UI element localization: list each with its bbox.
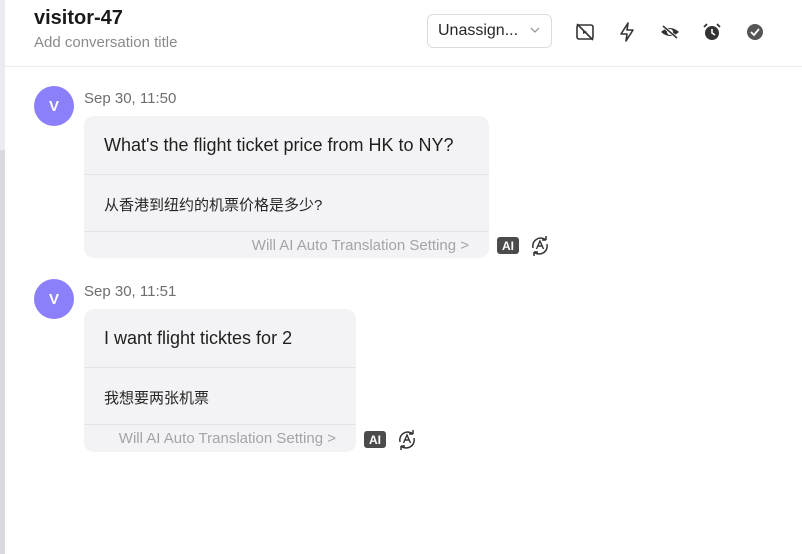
divider xyxy=(84,174,489,175)
message-translation: 我想要两张机票 xyxy=(104,390,210,407)
check-circle-icon[interactable] xyxy=(742,19,768,45)
assign-value: Unassign... xyxy=(438,22,519,39)
divider xyxy=(84,367,356,368)
ai-badge[interactable]: AI xyxy=(497,237,519,254)
lightning-icon[interactable] xyxy=(614,19,640,45)
chevron-down-icon xyxy=(530,27,540,33)
left-panel-scroll-edge xyxy=(0,150,5,554)
conversation-title: visitor-47 xyxy=(34,7,123,29)
translate-icon[interactable] xyxy=(395,428,419,452)
divider xyxy=(84,424,356,425)
divider xyxy=(84,231,489,232)
eye-off-icon[interactable] xyxy=(657,19,683,45)
message-translation: 从香港到纽约的机票价格是多少? xyxy=(104,197,323,214)
avatar[interactable]: V xyxy=(34,279,74,319)
avatar[interactable]: V xyxy=(34,86,74,126)
message-timestamp: Sep 30, 11:50 xyxy=(84,90,177,107)
assign-dropdown[interactable]: Unassign... xyxy=(427,14,552,48)
translation-setting-link[interactable]: Will AI Auto Translation Setting > xyxy=(252,237,469,254)
translate-icon[interactable] xyxy=(528,234,552,258)
ai-badge[interactable]: AI xyxy=(364,431,386,448)
message-timestamp: Sep 30, 11:51 xyxy=(84,283,177,300)
message-text: I want flight ticktes for 2 xyxy=(104,328,293,348)
message-text: What's the flight ticket price from HK t… xyxy=(104,135,454,155)
conversation-header: visitor-47 Add conversation title Unassi… xyxy=(5,0,802,67)
message-bubble: I want flight ticktes for 2 我想要两张机票 Will… xyxy=(84,309,356,452)
no-video-icon[interactable] xyxy=(572,19,598,45)
alarm-clock-icon[interactable] xyxy=(699,19,725,45)
translation-setting-link[interactable]: Will AI Auto Translation Setting > xyxy=(119,430,336,447)
add-title-link[interactable]: Add conversation title xyxy=(34,34,177,51)
message-bubble: What's the flight ticket price from HK t… xyxy=(84,116,489,258)
